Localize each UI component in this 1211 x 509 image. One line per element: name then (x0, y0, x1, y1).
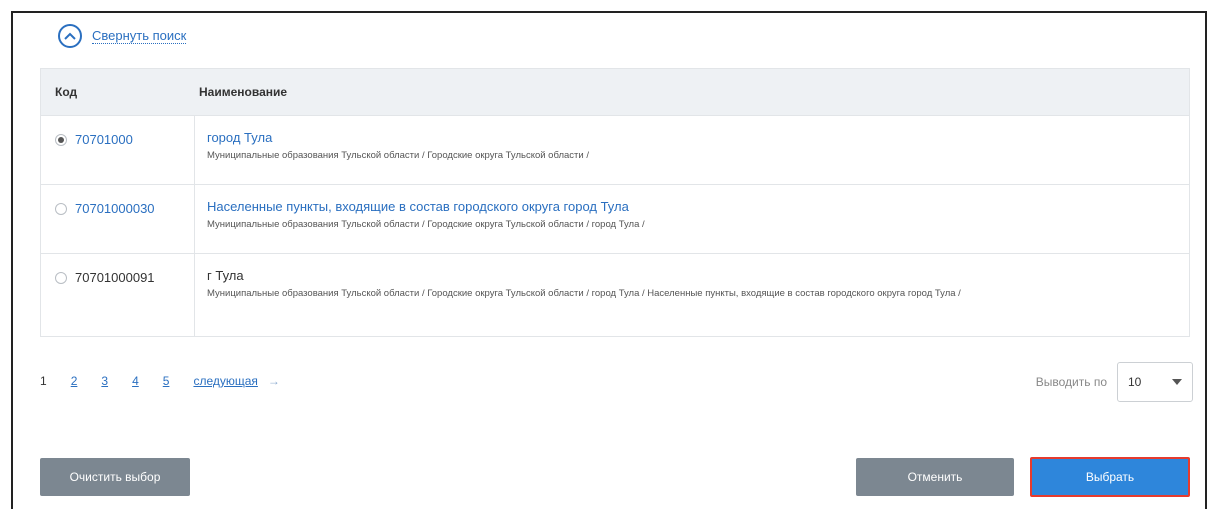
row-code: 70701000 (75, 132, 133, 147)
table-row[interactable]: 70701000091 г Тула Муниципальные образов… (41, 254, 1189, 336)
per-page-value: 10 (1128, 375, 1142, 389)
row-title[interactable]: г Тула (207, 268, 1169, 283)
page-link-2[interactable]: 2 (71, 374, 78, 388)
per-page-select[interactable]: 10 (1117, 362, 1193, 402)
row-code: 70701000030 (75, 201, 155, 216)
page-next-link[interactable]: следующая (193, 374, 257, 388)
row-path: Муниципальные образования Тульской облас… (207, 219, 645, 230)
row-radio[interactable] (55, 203, 67, 215)
row-code: 70701000091 (75, 270, 155, 285)
row-radio[interactable] (55, 134, 67, 146)
table-row[interactable]: 70701000 город Тула Муниципальные образо… (41, 116, 1189, 185)
results-table: Код Наименование 70701000 город Тула Мун… (40, 68, 1190, 337)
page-current: 1 (40, 374, 47, 388)
chevron-up-circle-icon (58, 24, 82, 48)
caret-down-icon (1172, 379, 1182, 385)
select-button[interactable]: Выбрать (1030, 457, 1190, 497)
per-page-label: Выводить по (1035, 375, 1107, 389)
page-link-5[interactable]: 5 (163, 374, 170, 388)
cancel-button[interactable]: Отменить (856, 458, 1014, 496)
row-radio[interactable] (55, 272, 67, 284)
row-title-link[interactable]: Населенные пункты, входящие в состав гор… (207, 199, 1169, 214)
header-code: Код (55, 85, 78, 99)
page-link-3[interactable]: 3 (101, 374, 108, 388)
collapse-search-toggle[interactable]: Свернуть поиск (58, 24, 187, 48)
row-title-link[interactable]: город Тула (207, 130, 1169, 145)
row-path: Муниципальные образования Тульской облас… (207, 150, 589, 161)
per-page-control: Выводить по 10 (1036, 362, 1193, 402)
pagination: 1 2 3 4 5 следующая → (40, 374, 280, 388)
clear-selection-button[interactable]: Очистить выбор (40, 458, 190, 496)
table-header: Код Наименование (41, 69, 1189, 116)
arrow-right-icon[interactable]: → (268, 374, 280, 388)
collapse-search-label: Свернуть поиск (92, 27, 187, 44)
page-link-4[interactable]: 4 (132, 374, 139, 388)
row-path: Муниципальные образования Тульской облас… (207, 288, 961, 299)
header-name: Наименование (199, 85, 288, 99)
table-row[interactable]: 70701000030 Населенные пункты, входящие … (41, 185, 1189, 254)
